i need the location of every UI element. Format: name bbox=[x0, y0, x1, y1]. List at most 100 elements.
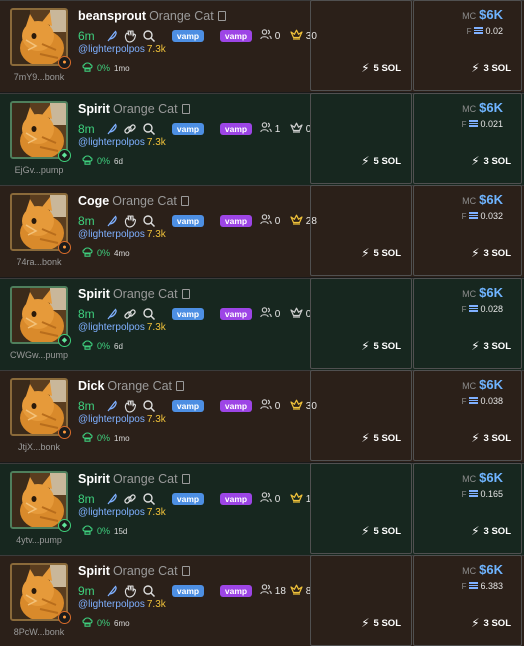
quick-buy-5-box[interactable]: ⚡︎ 5 SOL bbox=[310, 370, 412, 461]
token-address[interactable]: JtjX...bonk bbox=[4, 442, 74, 452]
copy-icon[interactable] bbox=[181, 103, 190, 114]
token-ticker[interactable]: Dick bbox=[78, 379, 104, 393]
dev-handle[interactable]: @lighterpolpos bbox=[78, 44, 145, 55]
token-ticker[interactable]: Spirit bbox=[78, 102, 110, 116]
quick-buy-3-button[interactable]: ⚡︎ 3 SOL bbox=[471, 616, 511, 630]
vamp-badge-purple[interactable]: vamp bbox=[220, 400, 252, 412]
token-row-3[interactable]: ● 74ra...bonk Coge Orange Cat 8m vamp vam… bbox=[0, 185, 524, 277]
search-icon[interactable] bbox=[142, 307, 156, 321]
token-ticker[interactable]: Spirit bbox=[78, 564, 110, 578]
quick-buy-5-button[interactable]: ⚡︎ 5 SOL bbox=[361, 339, 401, 353]
token-row-4[interactable]: ◆ CWGw...pump Spirit Orange Cat 8m vamp v… bbox=[0, 277, 524, 370]
fees: F 0.028 bbox=[462, 304, 503, 314]
dev-handle[interactable]: @lighterpolpos bbox=[78, 507, 145, 518]
token-row-1[interactable]: ● 7mY9...bonk beansprout Orange Cat 6m va… bbox=[0, 0, 524, 92]
feather-icon[interactable] bbox=[105, 584, 119, 598]
quick-buy-3-box[interactable]: MC $6K F 0.165 ⚡︎ 3 SOL bbox=[413, 462, 522, 554]
vamp-badge-blue[interactable]: vamp bbox=[172, 30, 204, 42]
quick-buy-5-button[interactable]: ⚡︎ 5 SOL bbox=[361, 616, 401, 630]
quick-buy-5-button[interactable]: ⚡︎ 5 SOL bbox=[361, 154, 401, 168]
token-row-7[interactable]: ● 8PcW...bonk Spirit Orange Cat 9m vamp v… bbox=[0, 555, 524, 646]
quick-buy-5-button[interactable]: ⚡︎ 5 SOL bbox=[361, 524, 401, 538]
vamp-badge-blue[interactable]: vamp bbox=[172, 492, 204, 505]
quick-buy-5-box[interactable]: ⚡︎ 5 SOL bbox=[310, 462, 412, 554]
copy-icon[interactable] bbox=[176, 381, 185, 391]
vamp-badge-blue[interactable]: vamp bbox=[172, 215, 204, 227]
copy-icon[interactable] bbox=[181, 566, 190, 576]
dev-handle[interactable]: @lighterpolpos bbox=[78, 322, 145, 333]
token-ticker[interactable]: Coge bbox=[78, 194, 109, 208]
quick-buy-3-button[interactable]: ⚡︎ 3 SOL bbox=[471, 524, 511, 538]
vamp-badge-purple[interactable]: vamp bbox=[220, 122, 252, 135]
copy-icon[interactable] bbox=[217, 11, 226, 21]
quick-buy-3-box[interactable]: MC $6K F 0.038 ⚡︎ 3 SOL bbox=[413, 370, 522, 461]
feather-icon[interactable] bbox=[105, 399, 119, 413]
feather-icon[interactable] bbox=[105, 122, 119, 136]
search-icon[interactable] bbox=[142, 122, 156, 136]
vamp-badge-purple[interactable]: vamp bbox=[220, 492, 252, 505]
feather-icon[interactable] bbox=[105, 29, 119, 43]
dev-handle[interactable]: @lighterpolpos bbox=[78, 229, 145, 240]
search-icon[interactable] bbox=[142, 399, 156, 413]
clap-icon[interactable] bbox=[123, 214, 137, 228]
search-icon[interactable] bbox=[142, 584, 156, 598]
token-address[interactable]: 4ytv...pump bbox=[4, 535, 74, 545]
token-ticker[interactable]: Spirit bbox=[78, 287, 110, 301]
feather-icon[interactable] bbox=[105, 307, 119, 321]
vamp-badge-purple[interactable]: vamp bbox=[220, 307, 252, 320]
copy-icon[interactable] bbox=[181, 473, 190, 484]
quick-buy-3-box[interactable]: MC $6K F 6.383 ⚡︎ 3 SOL bbox=[413, 555, 522, 646]
quick-buy-3-button[interactable]: ⚡︎ 3 SOL bbox=[471, 246, 511, 260]
quick-buy-3-button[interactable]: ⚡︎ 3 SOL bbox=[471, 339, 511, 353]
clap-icon[interactable] bbox=[123, 399, 137, 413]
vamp-badge-purple[interactable]: vamp bbox=[220, 215, 252, 227]
vamp-badge-blue[interactable]: vamp bbox=[172, 307, 204, 320]
link-icon[interactable] bbox=[123, 307, 137, 321]
copy-icon[interactable] bbox=[181, 288, 190, 299]
vamp-badge-purple[interactable]: vamp bbox=[220, 30, 252, 42]
dev-handle[interactable]: @lighterpolpos bbox=[78, 414, 145, 425]
feather-icon[interactable] bbox=[105, 214, 119, 228]
token-address[interactable]: 8PcW...bonk bbox=[4, 627, 74, 637]
vamp-badge-blue[interactable]: vamp bbox=[172, 400, 204, 412]
quick-buy-3-box[interactable]: MC $6K F 0.028 ⚡︎ 3 SOL bbox=[413, 277, 522, 369]
quick-buy-5-button[interactable]: ⚡︎ 5 SOL bbox=[361, 431, 401, 445]
token-age: 8m bbox=[78, 121, 95, 136]
vamp-badge-blue[interactable]: vamp bbox=[172, 122, 204, 135]
quick-buy-5-box[interactable]: ⚡︎ 5 SOL bbox=[310, 185, 412, 276]
token-address[interactable]: CWGw...pump bbox=[4, 350, 74, 360]
vamp-badge-blue[interactable]: vamp bbox=[172, 585, 204, 597]
quick-buy-5-box[interactable]: ⚡︎ 5 SOL bbox=[310, 0, 412, 91]
dev-handle[interactable]: @lighterpolpos bbox=[78, 137, 145, 148]
dev-handle[interactable]: @lighterpolpos bbox=[78, 599, 145, 610]
clap-icon[interactable] bbox=[123, 584, 137, 598]
quick-buy-3-button[interactable]: ⚡︎ 3 SOL bbox=[471, 431, 511, 445]
quick-buy-5-box[interactable]: ⚡︎ 5 SOL bbox=[310, 277, 412, 369]
quick-buy-5-box[interactable]: ⚡︎ 5 SOL bbox=[310, 92, 412, 184]
search-icon[interactable] bbox=[142, 214, 156, 228]
quick-buy-3-box[interactable]: MC $6K F 0.032 ⚡︎ 3 SOL bbox=[413, 185, 522, 276]
link-icon[interactable] bbox=[123, 122, 137, 136]
search-icon[interactable] bbox=[142, 492, 156, 506]
quick-buy-5-button[interactable]: ⚡︎ 5 SOL bbox=[361, 61, 401, 75]
clap-icon[interactable] bbox=[123, 29, 137, 43]
copy-icon[interactable] bbox=[180, 196, 189, 206]
token-ticker[interactable]: beansprout bbox=[78, 9, 146, 23]
token-ticker[interactable]: Spirit bbox=[78, 472, 110, 486]
token-address[interactable]: 74ra...bonk bbox=[4, 257, 74, 267]
token-row-6[interactable]: ◆ 4ytv...pump Spirit Orange Cat 8m vamp v… bbox=[0, 462, 524, 555]
quick-buy-3-box[interactable]: MC $6K F 0.021 ⚡︎ 3 SOL bbox=[413, 92, 522, 184]
quick-buy-3-button[interactable]: ⚡︎ 3 SOL bbox=[471, 154, 511, 168]
feather-icon[interactable] bbox=[105, 492, 119, 506]
quick-buy-3-button[interactable]: ⚡︎ 3 SOL bbox=[471, 61, 511, 75]
vamp-badge-purple[interactable]: vamp bbox=[220, 585, 252, 597]
token-address[interactable]: EjGv...pump bbox=[4, 165, 74, 175]
quick-buy-5-box[interactable]: ⚡︎ 5 SOL bbox=[310, 555, 412, 646]
search-icon[interactable] bbox=[142, 29, 156, 43]
quick-buy-3-box[interactable]: MC $6K F 0.02 ⚡︎ 3 SOL bbox=[413, 0, 522, 91]
token-address[interactable]: 7mY9...bonk bbox=[4, 72, 74, 82]
token-row-5[interactable]: ● JtjX...bonk Dick Orange Cat 8m vamp vam… bbox=[0, 370, 524, 462]
token-row-2[interactable]: ◆ EjGv...pump Spirit Orange Cat 8m vamp v… bbox=[0, 92, 524, 185]
quick-buy-5-button[interactable]: ⚡︎ 5 SOL bbox=[361, 246, 401, 260]
link-icon[interactable] bbox=[123, 492, 137, 506]
